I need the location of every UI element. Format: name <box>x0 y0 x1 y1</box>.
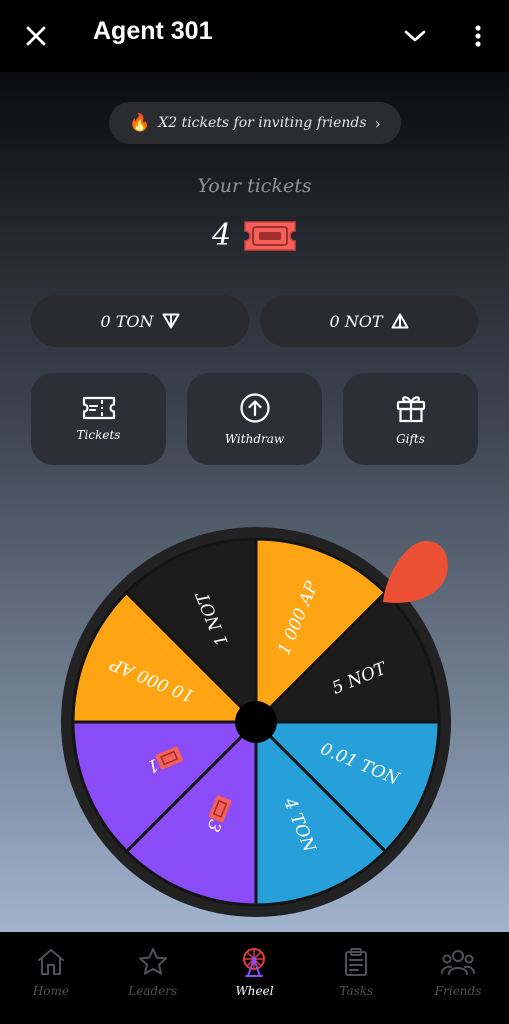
nav-label-home: Home <box>32 984 69 998</box>
home-icon <box>37 949 64 975</box>
promo-text: X2 tickets for inviting friends <box>158 115 367 131</box>
nav-label-tasks: Tasks <box>339 984 374 998</box>
not-logo-icon <box>391 313 409 329</box>
clipboard-icon <box>345 948 368 976</box>
chevron-down-icon <box>404 30 426 42</box>
gifts-button-label: Gifts <box>396 432 425 446</box>
ticket-icon <box>244 220 296 251</box>
not-balance-value: 0 NOT <box>329 311 383 331</box>
collapse-button[interactable] <box>398 20 432 52</box>
invite-promo-button[interactable]: 🔥 X2 tickets for inviting friends › <box>109 102 401 144</box>
top-bar: Agent 301 <box>0 0 509 72</box>
more-menu-button[interactable] <box>464 20 492 52</box>
tickets-label: Your tickets <box>197 175 312 197</box>
tickets-count-row: 4 <box>0 218 509 253</box>
gifts-button[interactable]: Gifts <box>343 373 478 465</box>
people-icon <box>441 950 476 975</box>
nav-item-tasks[interactable]: Tasks <box>305 932 407 1024</box>
prize-wheel-svg: 1 000 AP5 NOT0.01 TON4 TON3110 000 AP1 N… <box>61 527 451 917</box>
nav-label-wheel: Wheel <box>235 984 274 998</box>
nav-item-friends[interactable]: Friends <box>407 932 509 1024</box>
page-title: Agent 301 <box>93 17 213 45</box>
tickets-button[interactable]: Tickets <box>31 373 166 465</box>
fire-icon: 🔥 <box>129 113 151 133</box>
chevron-right-icon: › <box>374 113 381 133</box>
bottom-nav: Home Leaders Wheel Tasks Friends <box>0 932 509 1024</box>
close-button[interactable] <box>20 20 52 52</box>
upload-circle-icon <box>239 393 270 423</box>
tickets-button-label: Tickets <box>76 428 121 442</box>
withdraw-button-label: Withdraw <box>224 432 285 446</box>
ferris-wheel-icon <box>243 948 266 977</box>
tickets-count: 4 <box>211 218 232 253</box>
nav-item-wheel[interactable]: Wheel <box>204 932 306 1024</box>
wheel-hub <box>235 701 277 743</box>
withdraw-button[interactable]: Withdraw <box>187 373 322 465</box>
ton-balance-value: 0 TON <box>100 311 154 331</box>
gift-icon <box>396 396 425 423</box>
star-icon <box>138 948 167 975</box>
close-icon <box>26 26 46 46</box>
nav-item-leaders[interactable]: Leaders <box>102 932 204 1024</box>
ton-balance: 0 TON <box>31 295 249 347</box>
nav-item-home[interactable]: Home <box>0 932 102 1024</box>
not-balance: 0 NOT <box>260 295 478 347</box>
wheel-pointer-icon <box>383 540 448 603</box>
more-vertical-icon <box>475 25 481 47</box>
ton-logo-icon <box>162 313 180 329</box>
prize-wheel[interactable]: 1 000 AP 5 NOT 0.01 TON 4 TON 3 1 10 000 AP 1 N… <box>60 526 452 918</box>
nav-label-friends: Friends <box>434 984 482 998</box>
nav-label-leaders: Leaders <box>128 984 178 998</box>
ticket-outline-icon <box>82 396 115 420</box>
